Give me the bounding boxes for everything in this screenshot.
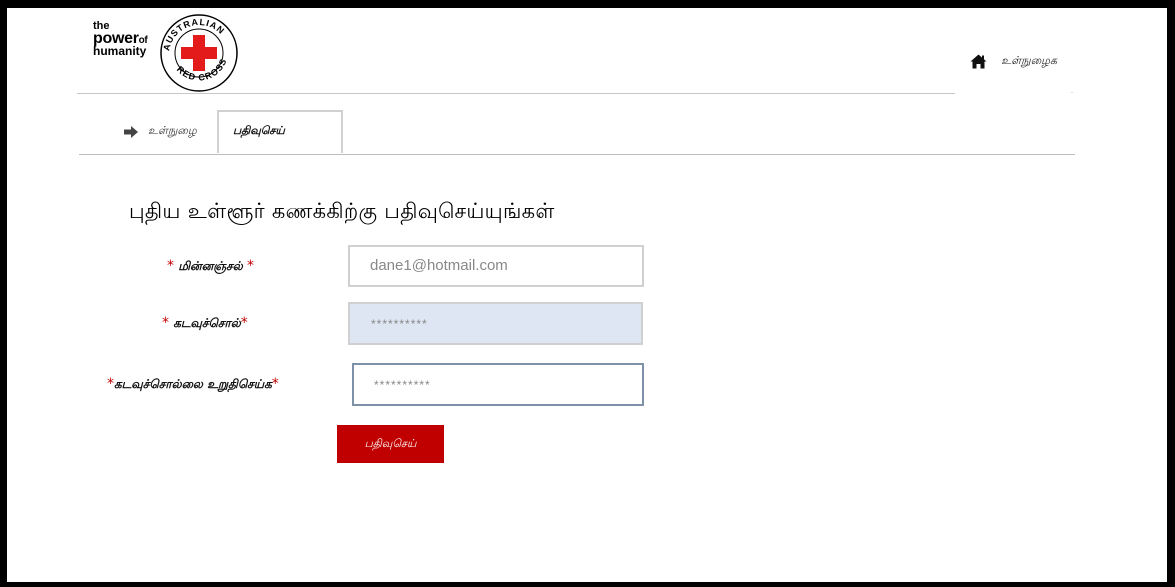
nav-login-label[interactable]: உள்நுழைக [1001, 54, 1057, 69]
email-label: * மின்னஞ்சல் * [167, 258, 254, 274]
red-cross-seal-icon: AUSTRALIAN RED CROSS [160, 14, 238, 92]
tab-login[interactable]: உள்நுழை [124, 124, 197, 139]
red-cross-logo[interactable]: the powerof humanity AUSTRALIAN RED CROS… [93, 11, 255, 93]
page-title: புதிய உள்ளூர் கணக்கிற்கு பதிவுசெய்யுங்கள… [129, 199, 555, 223]
confirm-password-field[interactable]: ********** [352, 363, 644, 406]
page-frame: the powerof humanity AUSTRALIAN RED CROS… [7, 8, 1167, 582]
tab-register[interactable]: பதிவுசெய் [217, 110, 343, 153]
arrow-right-icon [124, 125, 138, 138]
confirm-password-label: *கடவுச்சொல்லை உறுதிசெய்க* [107, 376, 279, 392]
home-icon [970, 54, 987, 69]
password-label: * கடவுச்சொல்* [162, 315, 248, 331]
password-field[interactable]: ********** [348, 302, 643, 345]
email-field[interactable]: dane1@hotmail.com [348, 245, 644, 287]
tab-login-label: உள்நுழை [148, 124, 197, 137]
header-divider [77, 93, 955, 94]
nav-login[interactable]: உள்நுழைக [970, 54, 1057, 69]
tab-register-label: பதிவுசெய் [233, 124, 285, 137]
register-button[interactable]: பதிவுசெய் [337, 425, 444, 463]
tab-bar: உள்நுழை பதிவுசெய் [79, 110, 1075, 155]
logo-wordmark: the powerof humanity [93, 20, 148, 58]
header-divider-end [1071, 92, 1073, 93]
